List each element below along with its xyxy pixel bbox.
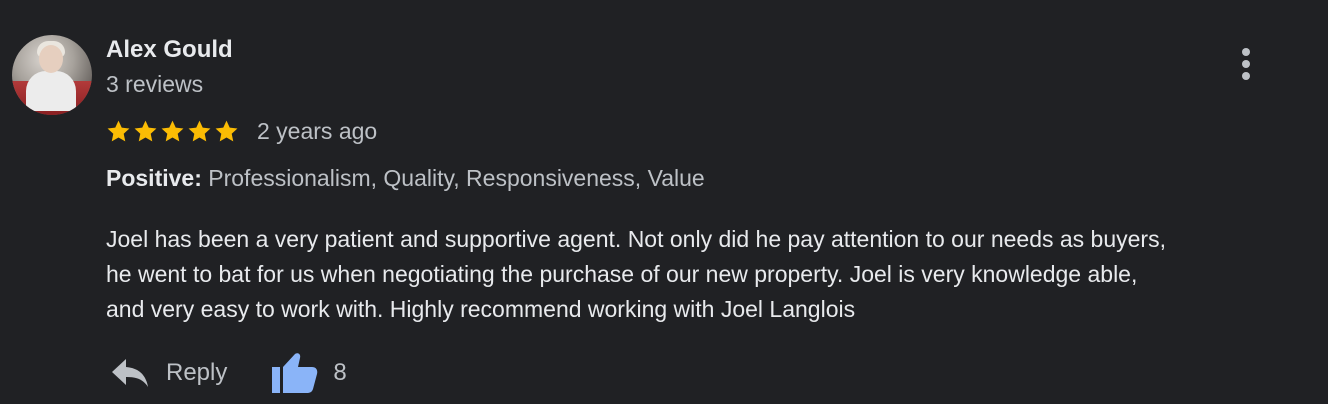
- star-icon: [134, 120, 157, 141]
- review-actions: Reply 8: [110, 348, 347, 398]
- review-text-line: he went to bat for us when negotiating t…: [106, 261, 1138, 287]
- review-card: Alex Gould 3 reviews 2 years ago Positiv…: [0, 0, 1328, 404]
- star-icon: [188, 120, 211, 141]
- star-rating: [106, 119, 241, 144]
- rating-row: 2 years ago: [106, 116, 377, 146]
- menu-dot: [1242, 72, 1250, 80]
- menu-dot: [1242, 60, 1250, 68]
- like-count: 8: [333, 359, 347, 386]
- author-name[interactable]: Alex Gould: [106, 36, 233, 64]
- review-text-line: and very easy to work with. Highly recom…: [106, 296, 856, 322]
- avatar-figure-body: [26, 71, 76, 111]
- review-time: 2 years ago: [257, 117, 378, 144]
- review-text-line: Joel has been a very patient and support…: [106, 226, 1166, 252]
- positive-values: Professionalism, Quality, Responsiveness…: [208, 165, 705, 191]
- review-text: Joel has been a very patient and support…: [106, 222, 1306, 327]
- avatar[interactable]: [12, 35, 92, 115]
- thumbs-up-icon: [272, 353, 318, 393]
- star-icon: [215, 120, 238, 141]
- positive-attributes: Positive: Professionalism, Quality, Resp…: [106, 165, 705, 192]
- reply-label: Reply: [166, 359, 228, 386]
- star-icon: [161, 120, 184, 141]
- reply-button[interactable]: Reply: [110, 357, 227, 389]
- reply-icon: [112, 359, 148, 387]
- avatar-figure-head: [39, 45, 63, 73]
- positive-label: Positive:: [106, 165, 202, 191]
- like-button[interactable]: 8: [271, 351, 347, 395]
- review-count: 3 reviews: [106, 71, 204, 97]
- star-icon: [107, 120, 130, 141]
- menu-dot: [1242, 48, 1250, 56]
- more-vert-icon[interactable]: [1232, 44, 1260, 84]
